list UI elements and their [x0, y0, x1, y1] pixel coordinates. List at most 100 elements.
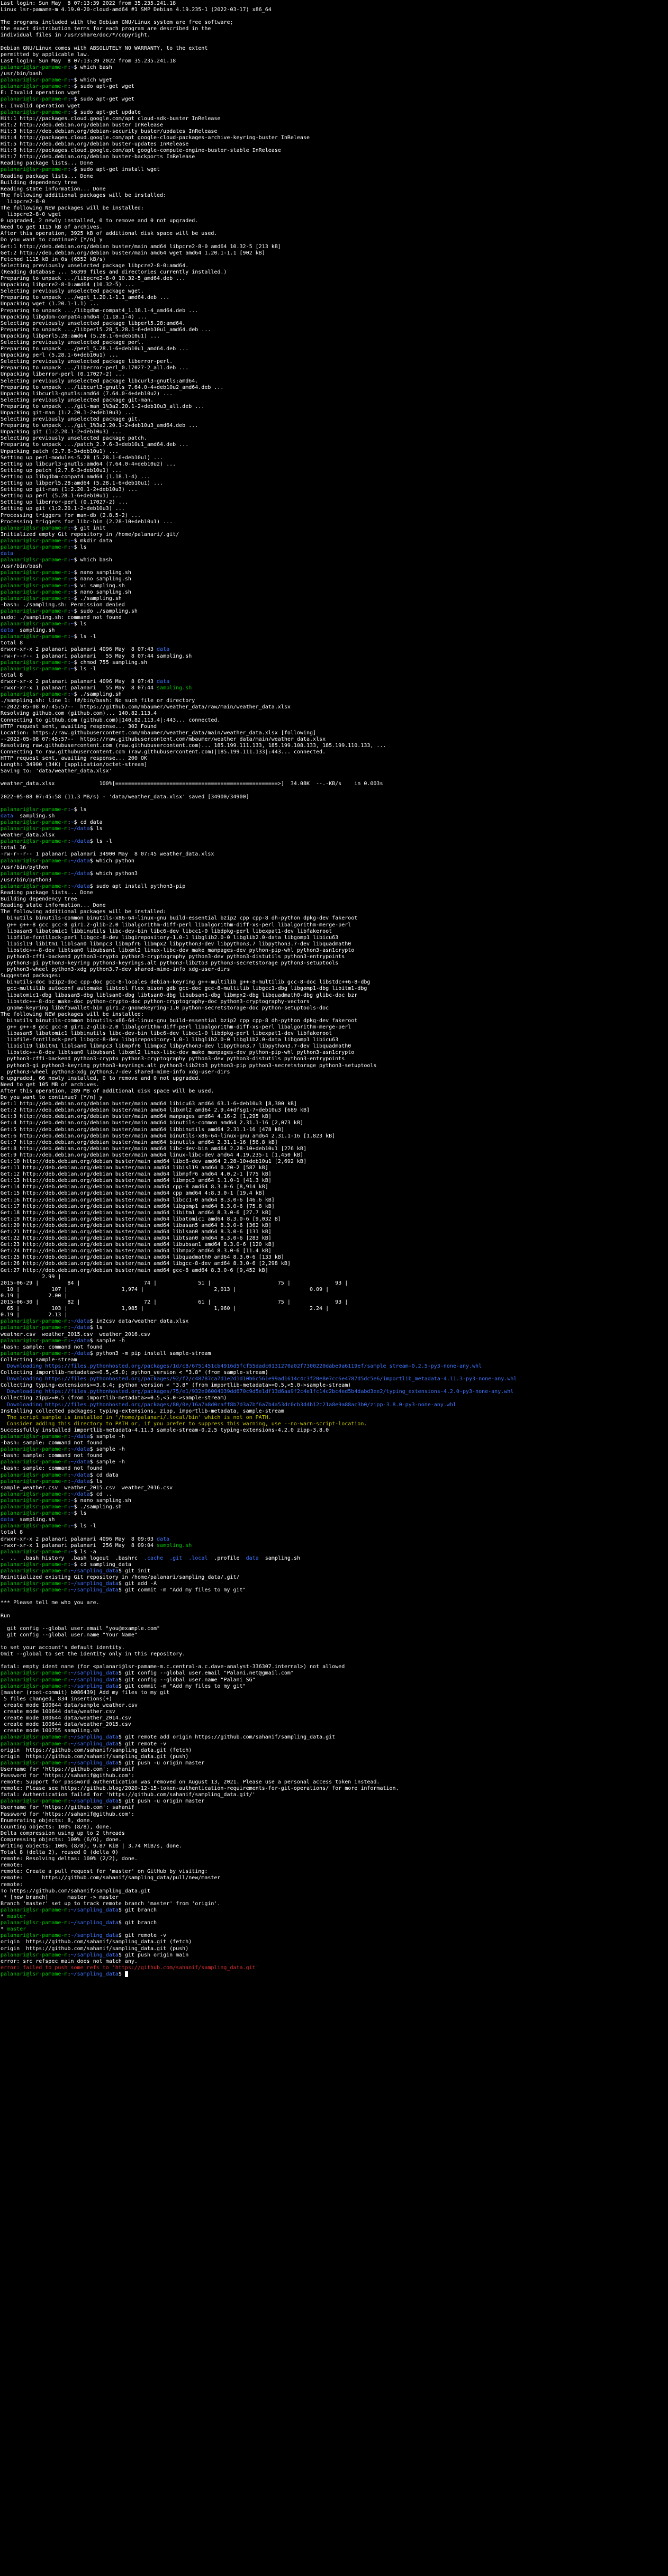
terminal-line: drwxr-xr-x 2 palanari palanari 4096 May …: [1, 1536, 667, 1543]
prompt-user: palanari@lsr-pamame-m: [1, 109, 68, 115]
terminal-line: python3-wheel python3-xdg python3.7-dev …: [1, 1069, 667, 1076]
terminal-text: gcc-multilib autoconf automake libtool f…: [1, 986, 367, 992]
terminal-text: Get:16 http://deb.debian.org/debian bust…: [1, 1197, 275, 1203]
terminal-line: data sampling.sh: [1, 813, 667, 820]
terminal-text: -bash: sample: command not found: [1, 1440, 103, 1446]
prompt-user: palanari@lsr-pamame-m: [1, 1683, 68, 1689]
terminal-text: 2015-06-30 | 82 | 72 | 61 | 75 | 93 |: [1, 1299, 348, 1306]
terminal-line: libpcre2-8-0 wget: [1, 212, 667, 218]
directory-name: data: [1, 551, 14, 557]
prompt-path: Downloading https://files.pythonhosted.o…: [1, 1401, 456, 1408]
terminal-text: remote:: [1, 1881, 23, 1888]
terminal-line: Last login: Sun May 8 07:13:39 2022 from…: [1, 58, 667, 65]
terminal-line: Get:24 http://deb.debian.org/debian bust…: [1, 1248, 667, 1254]
prompt-user: palanari@lsr-pamame-m: [1, 1510, 68, 1517]
terminal-line: Collecting sample-stream: [1, 1357, 667, 1363]
terminal-line: Successfully installed importlib-metadat…: [1, 1427, 667, 1434]
terminal-text: fatal: Authentication failed for 'https:…: [1, 1792, 256, 1798]
branch-name: master: [7, 1914, 26, 1920]
terminal-text: Suggested packages:: [1, 973, 61, 979]
terminal-line: 10 | 107 | 1,974 | 2,013 | 0.09 |: [1, 1287, 667, 1293]
terminal-line: -rwxr-xr-x 1 palanari palanari 55 May 8 …: [1, 685, 667, 691]
terminal-text: The following additional packages will b…: [1, 909, 167, 915]
terminal-text: python3-wheel python3-xdg python3.7-dev …: [1, 1069, 230, 1075]
terminal-line: Password for 'https://sahanif@github.com…: [1, 1812, 667, 1818]
terminal-line: Selecting previously unselected package …: [1, 263, 667, 269]
terminal-text: libstdc++-8-dev libtsan0 libubsan1 libxm…: [1, 947, 355, 953]
prompt-user: palanari@lsr-pamame-m: [1, 839, 68, 845]
terminal-line: remote:: [1, 1882, 667, 1888]
terminal-line: palanari@lsr-pamame-m:~/data$ sample -h: [1, 1338, 667, 1344]
terminal-text: Debian GNU/Linux comes with ABSOLUTELY N…: [1, 45, 208, 51]
terminal-text: Setting up perl (5.28.1-6+deb10u1) ...: [1, 493, 122, 499]
terminal-line: palanari@lsr-pamame-m:~$ sudo ./sampling…: [1, 608, 667, 615]
prompt-path: ~/sampling_data: [70, 1581, 119, 1587]
terminal-line: palanari@lsr-pamame-m:~/data$ sample -h: [1, 1446, 667, 1453]
terminal-text: Saving to: 'data/weather_data.xlsx': [1, 768, 112, 775]
terminal-line: palanari@lsr-pamame-m:~/sampling_data$ g…: [1, 1952, 667, 1959]
terminal-text: binutils-doc bzip2-doc cpp-doc gcc-8-loc…: [1, 979, 371, 986]
terminal-line: palanari@lsr-pamame-m:~$ git init: [1, 525, 667, 532]
prompt-path: Downloading https://files.pythonhosted.o…: [1, 1363, 482, 1369]
terminal-text: Processing triggers for man-db (2.8.5-2)…: [1, 512, 141, 518]
terminal-text: The programs included with the Debian GN…: [1, 20, 233, 26]
terminal-line: palanari@lsr-pamame-m:~$ cd sampling_dat…: [1, 1562, 667, 1568]
terminal-text: Last login: Sun May 8 07:13:39 2022 from…: [1, 1, 176, 6]
directory-name: .local: [188, 1555, 208, 1561]
terminal-line: create mode 100644 data/weather_2014.csv: [1, 1715, 667, 1722]
terminal-line: Delta compression using up to 2 threads: [1, 1831, 667, 1837]
prompt-path: ~/data: [70, 1434, 90, 1440]
prompt-path: Downloading https://files.pythonhosted.o…: [1, 1389, 514, 1395]
prompt-user: palanari@lsr-pamame-m: [1, 666, 68, 672]
terminal-line: Unpacking git (1:2.20.1-2+deb10u3) ...: [1, 429, 667, 435]
terminal-line: Reading state information... Done: [1, 903, 667, 909]
terminal-text: Fetched 1115 kB in 0s (6552 kB/s): [1, 256, 106, 262]
terminal-text: /usr/bin/python: [1, 864, 49, 870]
terminal-text: $ sample -h: [89, 1446, 125, 1453]
terminal-text: Enumerating objects: 8, done.: [1, 1817, 93, 1824]
terminal-text: Password for 'https://sahanif@github.com…: [1, 1772, 134, 1779]
prompt-user: palanari@lsr-pamame-m: [1, 1933, 68, 1939]
terminal-text: weather_data.xlsx: [1, 832, 55, 839]
terminal-text: $ which bash: [74, 557, 112, 563]
terminal-line: sample_weather.csv weather_2015.csv weat…: [1, 1485, 667, 1491]
terminal-line: Get:2 http://deb.debian.org/debian buste…: [1, 250, 667, 257]
terminal-line: Setting up git-man (1:2.20.1-2+deb10u3) …: [1, 487, 667, 493]
prompt-path: ~/sampling_data: [70, 1734, 119, 1741]
terminal-line: Hit:2 http://deb.debian.org/debian buste…: [1, 122, 667, 129]
terminal-line: Location: https://raw.githubusercontent.…: [1, 730, 667, 736]
terminal-line: 5 files changed, 834 insertions(+): [1, 1696, 667, 1703]
terminal-line: --2022-05-08 07:45:57-- https://github.c…: [1, 704, 667, 711]
prompt-user: palanari@lsr-pamame-m: [1, 1459, 68, 1466]
terminal-text: remote: Support for password authenticat…: [1, 1779, 380, 1786]
terminal-text: Reading state information... Done: [1, 186, 106, 192]
terminal-line: Reinitialized existing Git repository in…: [1, 1574, 667, 1581]
prompt-user: palanari@lsr-pamame-m: [1, 1561, 68, 1568]
prompt-user: palanari@lsr-pamame-m: [1, 806, 68, 813]
terminal-line: palanari@lsr-pamame-m:~$ ls: [1, 807, 667, 813]
terminal-text: $ ls -l: [89, 839, 112, 845]
prompt-user: palanari@lsr-pamame-m: [1, 1350, 68, 1357]
prompt-path: ~/sampling_data: [70, 1760, 119, 1766]
terminal-line: Selecting previously unselected package …: [1, 359, 667, 365]
terminal-line: Reading package lists... Done: [1, 160, 667, 167]
terminal-text: After this operation, 289 MB of addition…: [1, 1088, 214, 1094]
prompt-path: Downloading https://files.pythonhosted.o…: [1, 1376, 517, 1382]
terminal-window[interactable]: Last login: Sun May 8 07:13:39 2022 from…: [0, 0, 668, 2576]
prompt-user: palanari@lsr-pamame-m: [1, 1472, 68, 1478]
terminal-line: 2015-06-30 | 82 | 72 | 61 | 75 | 93 |: [1, 1299, 667, 1306]
terminal-text: $ sudo apt-get install wget: [74, 167, 160, 173]
terminal-line: Preparing to unpack .../wget_1.20.1-1.1_…: [1, 295, 667, 301]
terminal-text: Need to get 1115 kB of archives.: [1, 224, 103, 231]
terminal-text: $ which python3: [89, 870, 138, 877]
terminal-text: error: src refspec main does not match a…: [1, 1958, 138, 1964]
directory-name: data: [1, 1517, 14, 1523]
terminal-text: binutils binutils-common binutils-x86-64…: [1, 1017, 358, 1024]
terminal-text: libasan5 libatomic1 libbinutils libc-dev…: [1, 1031, 332, 1037]
prompt-user: palanari@lsr-pamame-m: [1, 820, 68, 825]
terminal-line: 0 upgraded, 2 newly installed, 0 to remo…: [1, 218, 667, 224]
terminal-text: Get:24 http://deb.debian.org/debian bust…: [1, 1248, 272, 1254]
terminal-text: .profile: [207, 1555, 246, 1561]
terminal-text: create mode 100644 data/weather_2014.csv: [1, 1715, 131, 1722]
terminal-text: $ sudo apt-get wget: [74, 96, 134, 103]
